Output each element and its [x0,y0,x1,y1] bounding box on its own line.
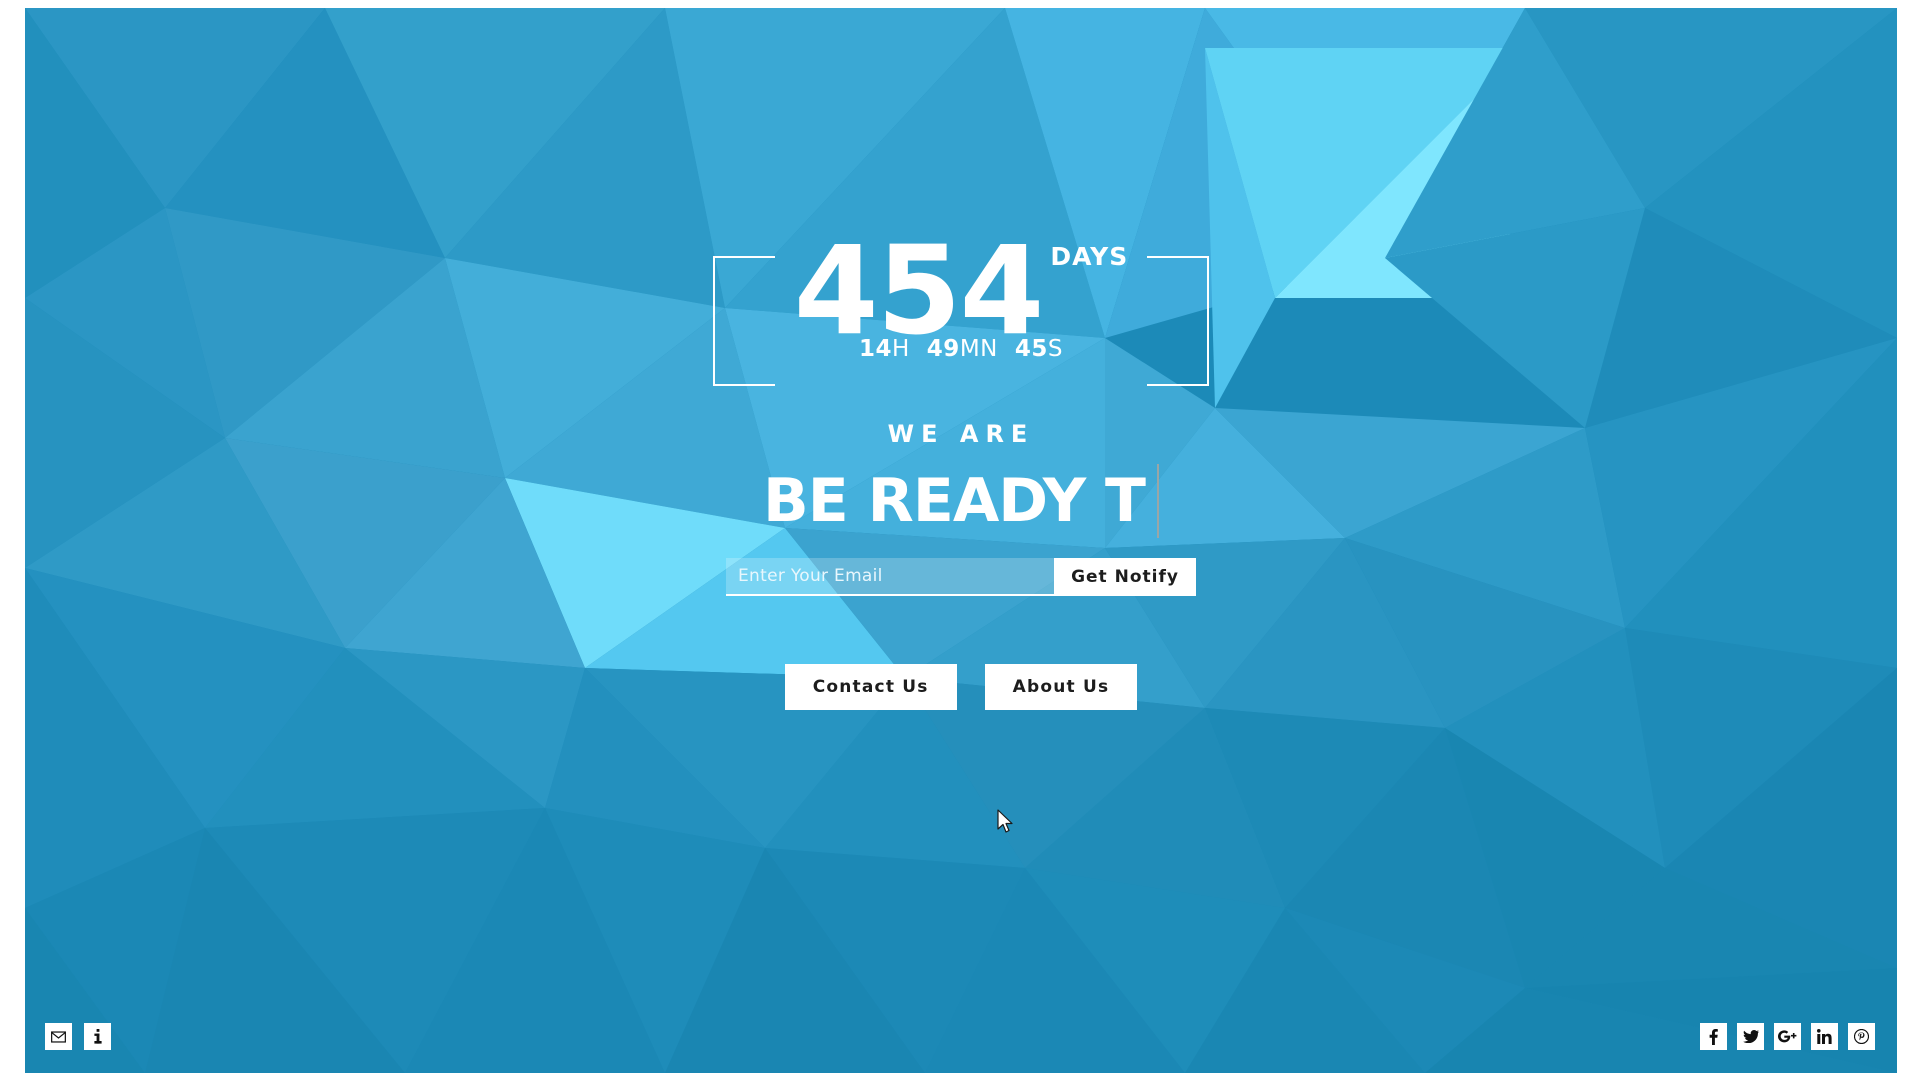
countdown-minutes-value: 49 [926,336,960,362]
contact-us-button[interactable]: Contact Us [784,664,957,710]
countdown-days-value: 454 [793,220,1045,362]
social-linkedin-link[interactable] [1811,1023,1838,1050]
about-us-button[interactable]: About Us [984,664,1138,710]
countdown-hours-unit: H [892,336,910,362]
countdown-seconds-value: 45 [1014,336,1048,362]
countdown-days-label: DAYS [1050,242,1129,271]
countdown-seconds: 45S [1015,336,1063,362]
bracket-left-decoration [713,256,775,386]
typewriter-caret [1156,464,1159,538]
tagline-text: BE READY T [763,466,1146,536]
subscribe-form: Get Notify [726,558,1196,596]
info-icon [93,1029,102,1044]
social-facebook-link[interactable] [1700,1023,1727,1050]
footer-info-button[interactable] [84,1023,111,1050]
pinterest-icon [1854,1029,1869,1044]
countdown-hours-value: 14 [858,336,892,362]
facebook-icon [1709,1028,1718,1045]
bracket-right-decoration [1147,256,1209,386]
twitter-icon [1742,1030,1759,1043]
social-twitter-link[interactable] [1737,1023,1764,1050]
main-content: 454 DAYS 14H 49MN 45S WE ARE BE READY T … [25,8,1897,1073]
footer-mail-button[interactable] [45,1023,72,1050]
countdown-days-row: 454 DAYS [794,230,1129,352]
email-input[interactable] [726,558,1054,596]
action-buttons: Contact Us About Us [784,664,1138,710]
browser-viewport: 454 DAYS 14H 49MN 45S WE ARE BE READY T … [25,8,1897,1073]
countdown-minutes-unit: MN [959,336,998,362]
countdown-timer: 454 DAYS 14H 49MN 45S [713,230,1209,386]
countdown-seconds-unit: S [1047,336,1063,362]
social-google-plus-link[interactable] [1774,1023,1801,1050]
mail-icon [51,1030,66,1043]
tagline-heading: BE READY T [763,464,1159,538]
countdown-hms-row: 14H 49MN 45S [859,336,1063,362]
footer-left-icons [45,1023,111,1050]
countdown-hours: 14H [859,336,910,362]
get-notify-button[interactable]: Get Notify [1054,558,1196,596]
footer-social-icons [1700,1023,1875,1050]
social-pinterest-link[interactable] [1848,1023,1875,1050]
linkedin-icon [1817,1029,1832,1044]
countdown-minutes: 49MN [927,336,998,362]
google-plus-icon [1778,1030,1797,1043]
eyebrow-heading: WE ARE [887,420,1035,448]
